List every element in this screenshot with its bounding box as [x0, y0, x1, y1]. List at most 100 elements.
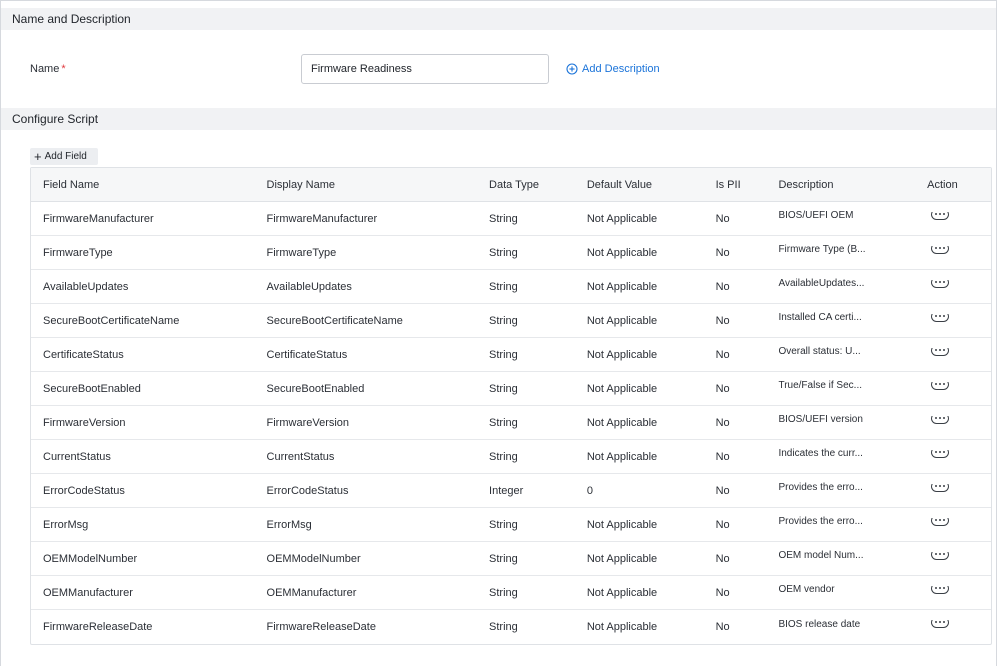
- cell-action: [915, 483, 991, 498]
- more-options-icon[interactable]: [931, 211, 950, 220]
- cell-default-value: Not Applicable: [586, 382, 658, 395]
- cell-description: AvailableUpdates...: [778, 278, 865, 289]
- cell-display-name: OEMModelNumber: [266, 552, 361, 565]
- cell-default-value: Not Applicable: [586, 280, 658, 293]
- more-options-icon[interactable]: [931, 517, 950, 526]
- cell-is-pii: No: [715, 518, 730, 531]
- column-header-description: Description: [778, 178, 834, 191]
- cell-field-name: FirmwareVersion: [43, 416, 126, 429]
- plus-icon: +: [34, 149, 42, 164]
- cell-display-name: FirmwareType: [266, 246, 337, 259]
- configure-script-page: Name and Description Name * Firmware Read…: [0, 0, 997, 666]
- fields-table: Field Name Display Name Data Type Defaul…: [30, 167, 992, 645]
- table-row: FirmwareReleaseDate FirmwareReleaseDate St…: [31, 610, 991, 644]
- cell-description: BIOS release date: [778, 618, 861, 630]
- add-description-link[interactable]: Add Description: [566, 62, 660, 76]
- name-label-text: Name: [30, 63, 60, 75]
- more-options-icon[interactable]: [931, 279, 950, 288]
- more-options-icon[interactable]: [931, 347, 950, 356]
- plus-circle-icon: [566, 63, 578, 75]
- cell-description: OEM vendor: [778, 584, 835, 595]
- cell-action: [915, 211, 991, 226]
- cell-display-name: FirmwareVersion: [266, 416, 350, 429]
- cell-display-name: CurrentStatus: [266, 450, 335, 463]
- section-header-name-description: Name and Description: [1, 8, 996, 30]
- cell-description: Firmware Type (B...: [778, 244, 866, 255]
- cell-field-name: ErrorCodeStatus: [43, 484, 125, 497]
- cell-default-value: Not Applicable: [586, 450, 658, 463]
- section-header-configure-script: Configure Script: [1, 108, 996, 130]
- cell-field-name: AvailableUpdates: [43, 280, 129, 293]
- cell-action: [915, 620, 991, 634]
- column-header-data-type: Data Type: [489, 178, 539, 191]
- cell-is-pii: No: [715, 280, 730, 293]
- cell-is-pii: No: [715, 450, 730, 463]
- table-row: OEMModelNumber OEMModelNumber String Not Ap…: [31, 542, 991, 576]
- cell-action: [915, 381, 991, 396]
- more-options-icon[interactable]: [931, 313, 950, 322]
- cell-is-pii: No: [715, 212, 730, 225]
- cell-default-value: Not Applicable: [586, 314, 658, 327]
- cell-description: OEM model Num...: [778, 550, 864, 561]
- cell-data-type: String: [489, 382, 518, 395]
- cell-field-name: OEMManufacturer: [43, 586, 133, 599]
- cell-action: [915, 313, 991, 328]
- cell-field-name: CertificateStatus: [43, 348, 124, 361]
- more-options-icon[interactable]: [931, 381, 950, 390]
- cell-display-name: FirmwareReleaseDate: [266, 621, 376, 633]
- cell-action: [915, 279, 991, 294]
- cell-display-name: SecureBootEnabled: [266, 382, 365, 395]
- column-header-field-name: Field Name: [43, 178, 100, 191]
- table-row: SecureBootCertificateName SecureBootCerti…: [31, 304, 991, 338]
- column-header-display-name: Display Name: [266, 178, 335, 191]
- column-header-action: Action: [927, 178, 958, 191]
- cell-is-pii: No: [715, 416, 730, 429]
- add-field-label: Add Field: [44, 151, 87, 162]
- table-row: CertificateStatus CertificateStatus String…: [31, 338, 991, 372]
- cell-description: Provides the erro...: [778, 482, 863, 493]
- cell-field-name: FirmwareManufacturer: [43, 212, 154, 225]
- cell-default-value: 0: [586, 484, 593, 497]
- cell-action: [915, 347, 991, 362]
- table-row: CurrentStatus CurrentStatus String Not Appl…: [31, 440, 991, 474]
- cell-default-value: Not Applicable: [586, 416, 658, 429]
- cell-action: [915, 415, 991, 430]
- cell-field-name: SecureBootCertificateName: [43, 314, 180, 327]
- name-input[interactable]: Firmware Readiness: [301, 54, 549, 84]
- cell-default-value: Not Applicable: [586, 212, 658, 225]
- cell-is-pii: No: [715, 246, 730, 259]
- more-options-icon[interactable]: [931, 551, 950, 560]
- cell-is-pii: No: [715, 484, 730, 497]
- cell-description: Provides the erro...: [778, 516, 863, 527]
- cell-description: Indicates the curr...: [778, 448, 863, 459]
- cell-data-type: Integer: [489, 484, 524, 497]
- cell-data-type: String: [489, 416, 518, 429]
- more-options-icon[interactable]: [931, 415, 950, 424]
- cell-display-name: CertificateStatus: [266, 348, 348, 361]
- cell-field-name: FirmwareReleaseDate: [43, 621, 153, 633]
- cell-description: Overall status: U...: [778, 346, 861, 357]
- table-row: FirmwareManufacturer FirmwareManufacturer…: [31, 202, 991, 236]
- more-options-icon[interactable]: [931, 483, 950, 492]
- cell-data-type: String: [489, 348, 518, 361]
- cell-data-type: String: [489, 246, 518, 259]
- more-options-icon[interactable]: [931, 620, 950, 628]
- add-description-label: Add Description: [582, 63, 660, 75]
- cell-default-value: Not Applicable: [586, 586, 658, 599]
- more-options-icon[interactable]: [931, 449, 950, 458]
- more-options-icon[interactable]: [931, 585, 950, 594]
- cell-is-pii: No: [715, 382, 730, 395]
- cell-field-name: CurrentStatus: [43, 450, 111, 463]
- add-field-button[interactable]: + Add Field: [30, 148, 98, 165]
- table-row: FirmwareVersion FirmwareVersion String Not …: [31, 406, 991, 440]
- column-header-default-value: Default Value: [586, 178, 653, 191]
- cell-data-type: String: [489, 552, 518, 565]
- more-options-icon[interactable]: [931, 245, 950, 254]
- cell-field-name: FirmwareType: [43, 246, 113, 259]
- cell-is-pii: No: [715, 586, 730, 599]
- cell-is-pii: No: [715, 621, 730, 633]
- cell-action: [915, 551, 991, 566]
- cell-data-type: String: [489, 450, 518, 463]
- cell-default-value: Not Applicable: [586, 348, 658, 361]
- cell-field-name: OEMModelNumber: [43, 552, 138, 565]
